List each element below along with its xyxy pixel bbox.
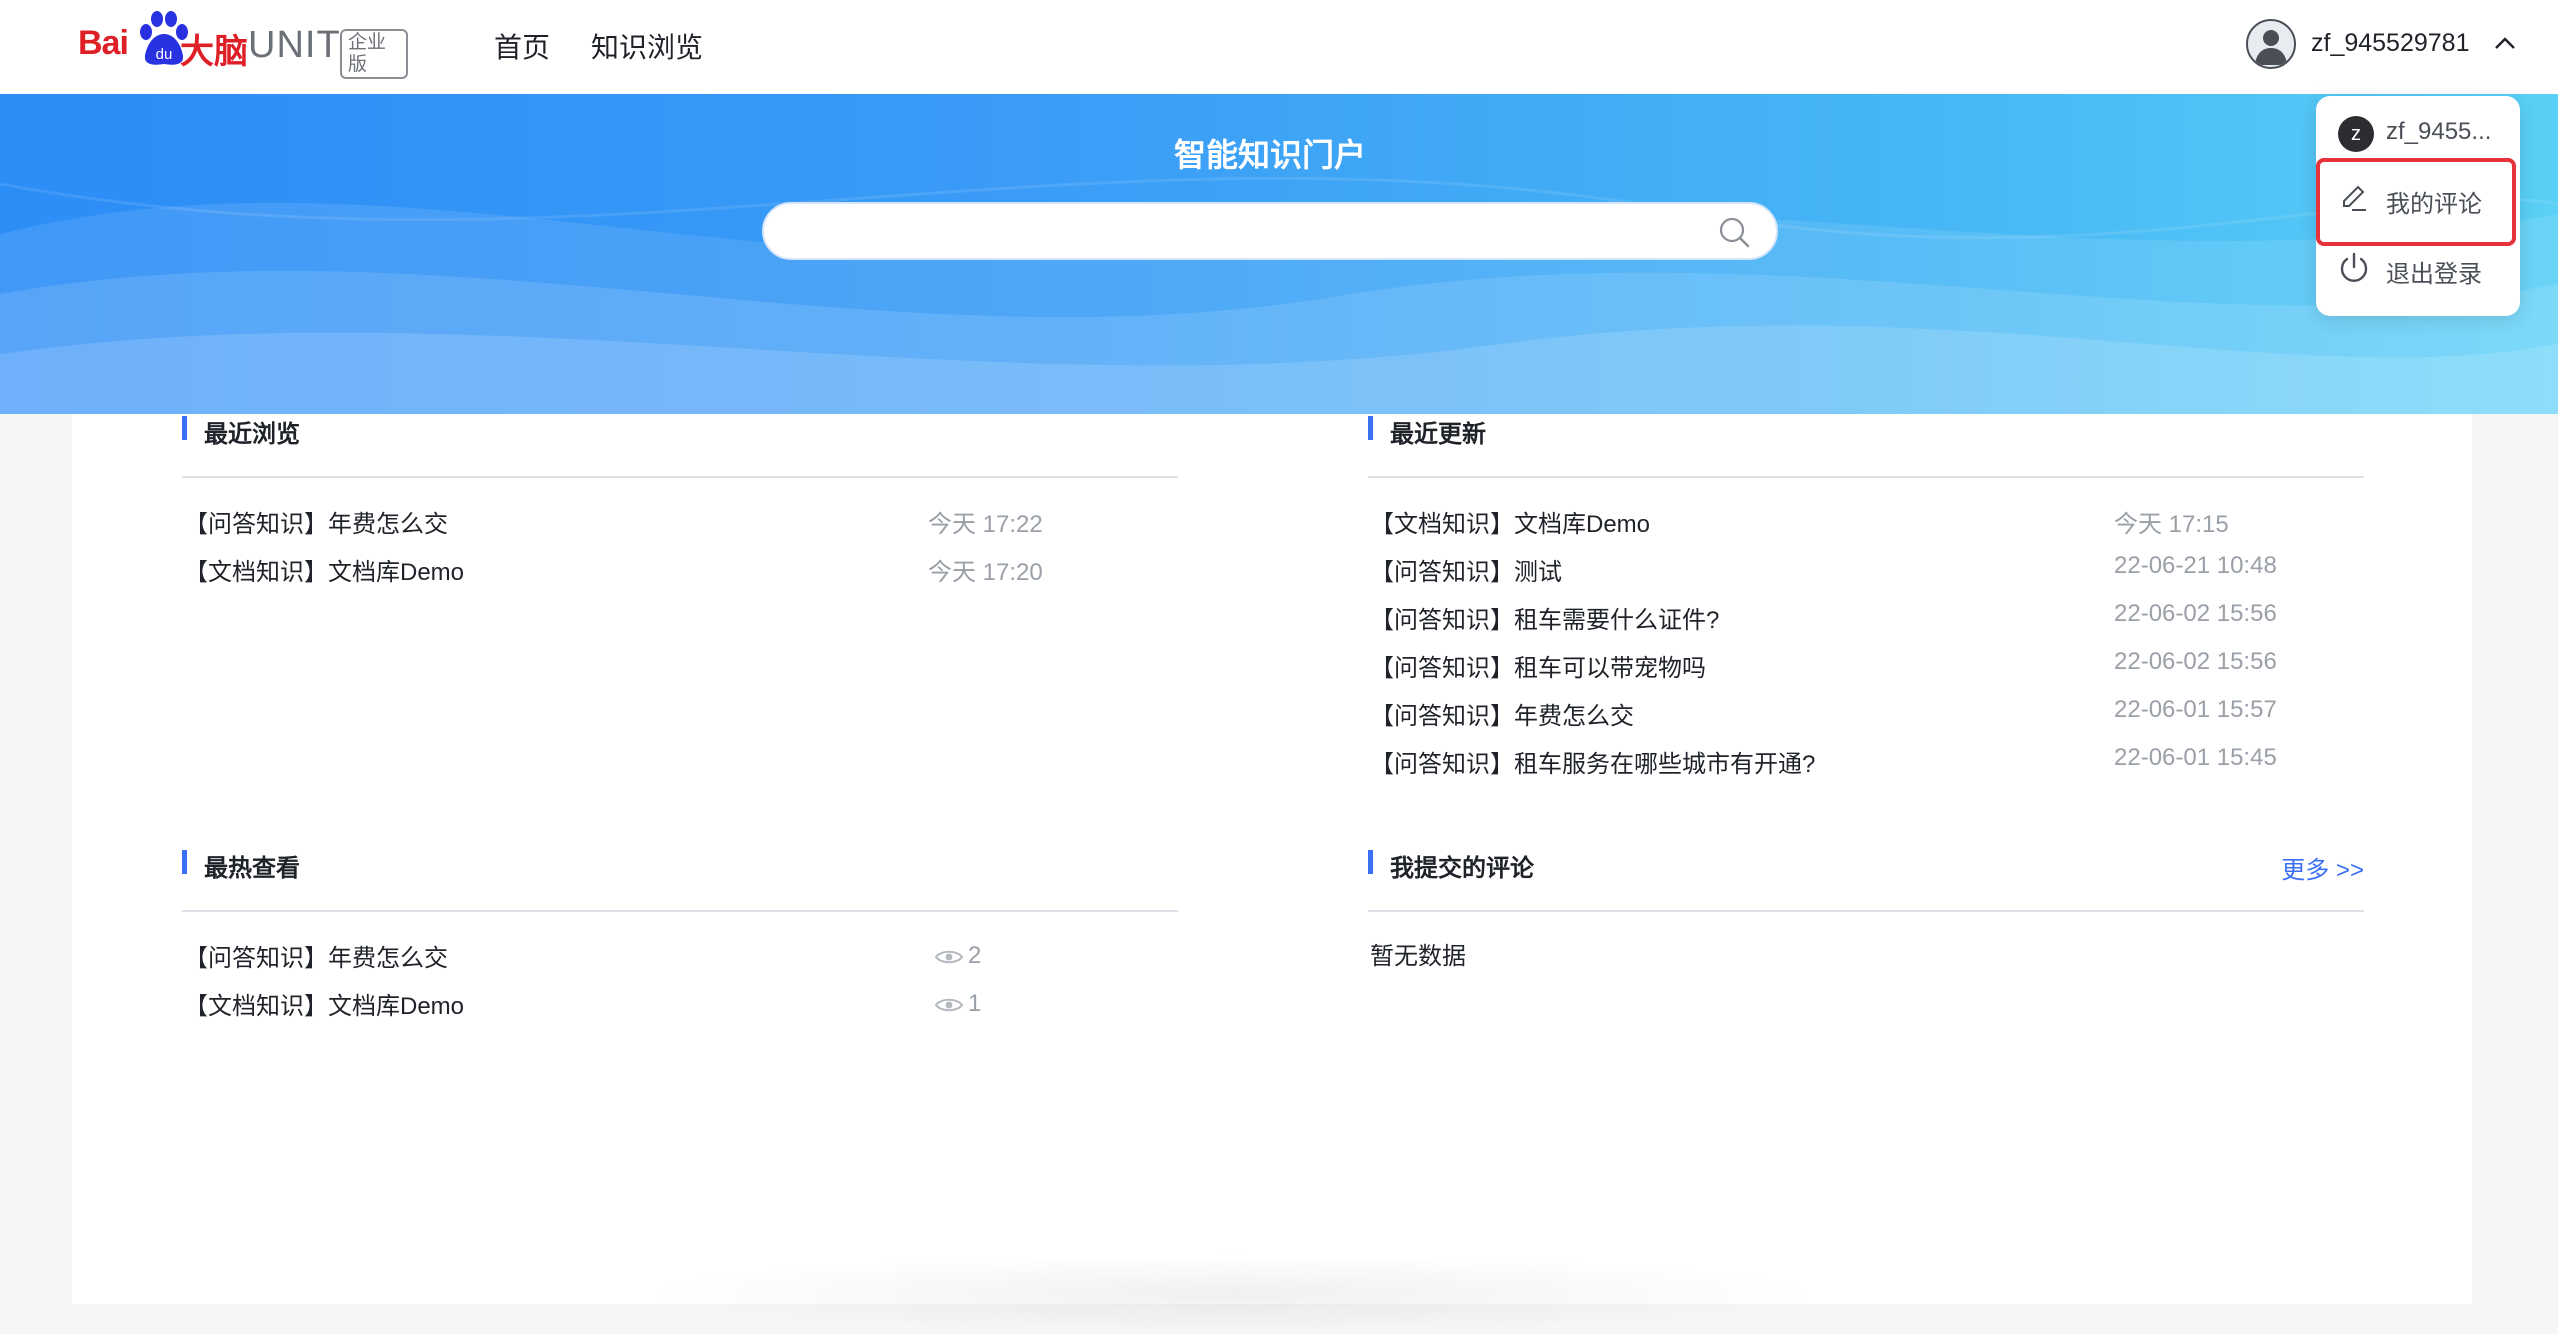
- empty-state-text: 暂无数据: [1370, 943, 1466, 970]
- item-title[interactable]: 【问答知识】年费怎么交: [184, 938, 448, 973]
- power-icon: [2340, 252, 2368, 282]
- item-time: 22-06-01 15:57: [2114, 696, 2277, 723]
- logo-unit-text: UNIT: [248, 24, 341, 66]
- section-header: 最近更新: [1368, 354, 2364, 478]
- item-title[interactable]: 【问答知识】测试: [1370, 552, 1562, 587]
- user-name[interactable]: zf_945529781: [2311, 29, 2469, 58]
- section-title: 我提交的评论: [1390, 855, 1534, 882]
- item-title[interactable]: 【文档知识】文档库Demo: [184, 552, 464, 587]
- highlight-box: [2316, 158, 2516, 246]
- section-accent-bar: [182, 850, 187, 874]
- user-silhouette-icon: [2255, 30, 2287, 65]
- item-title[interactable]: 【问答知识】租车服务在哪些城市有开通?: [1370, 744, 1815, 779]
- item-title[interactable]: 【问答知识】租车需要什么证件?: [1370, 600, 1719, 635]
- more-link[interactable]: 更多 >>: [2281, 850, 2364, 885]
- section-accent-bar: [182, 416, 187, 440]
- section-header: 最热查看: [182, 788, 1178, 912]
- bottom-shadow: [632, 1254, 1832, 1334]
- item-title[interactable]: 【文档知识】文档库Demo: [184, 986, 464, 1021]
- list-item[interactable]: 【问答知识】测试 22-06-21 10:48: [1368, 540, 2364, 588]
- section-recent-views: 最近浏览 【问答知识】年费怎么交 今天 17:22 【文档知识】文档库Demo …: [182, 354, 1178, 588]
- section-accent-bar: [1368, 850, 1373, 874]
- section-accent-bar: [1368, 416, 1373, 440]
- section-title: 最近浏览: [204, 421, 300, 448]
- eye-icon: [934, 950, 964, 964]
- chevron-up-icon[interactable]: [2494, 36, 2516, 50]
- dropdown-user-name: zf_9455...: [2386, 118, 2492, 145]
- portal-title: 智能知识门户: [1173, 137, 1366, 173]
- top-header: Bai du 大脑 UNIT 企业版 首页 知识浏览 zf_945529781: [0, 0, 2558, 94]
- item-time: 22-06-02 15:56: [2114, 648, 2277, 675]
- list-item[interactable]: 【文档知识】文档库Demo 今天 17:20: [182, 540, 1178, 588]
- search-input[interactable]: [792, 212, 1676, 252]
- list-item[interactable]: 【问答知识】年费怎么交 22-06-01 15:57: [1368, 684, 2364, 732]
- item-title[interactable]: 【问答知识】租车可以带宠物吗: [1370, 648, 1706, 683]
- list-item[interactable]: 【问答知识】年费怎么交 2: [182, 926, 1178, 974]
- item-time: 22-06-01 15:45: [2114, 744, 2277, 771]
- baidu-unit-logo[interactable]: Bai du 大脑 UNIT 企业版: [78, 6, 408, 86]
- item-title[interactable]: 【问答知识】年费怎么交: [184, 504, 448, 539]
- view-count: 1: [934, 990, 981, 1018]
- section-header: 最近浏览: [182, 354, 1178, 478]
- content-card: 最近浏览 【问答知识】年费怎么交 今天 17:22 【文档知识】文档库Demo …: [72, 414, 2472, 1334]
- edition-badge: 企业版: [340, 29, 408, 79]
- view-count-value: 2: [968, 942, 982, 969]
- section-most-viewed: 最热查看 【问答知识】年费怎么交 2 【文档知识】文档库Demo 1: [182, 788, 1178, 1022]
- item-title[interactable]: 【文档知识】文档库Demo: [1370, 504, 1650, 539]
- item-title[interactable]: 【问答知识】年费怎么交: [1370, 696, 1634, 731]
- dropdown-avatar: z: [2338, 116, 2374, 152]
- view-count-value: 1: [968, 990, 982, 1017]
- view-count: 2: [934, 942, 981, 970]
- item-time: 今天 17:15: [2114, 511, 2229, 538]
- item-time: 今天 17:22: [928, 511, 1043, 538]
- section-title: 最近更新: [1390, 421, 1486, 448]
- nav-knowledge-browse[interactable]: 知识浏览: [591, 26, 703, 66]
- item-time: 22-06-21 10:48: [2114, 552, 2277, 579]
- menu-item-label[interactable]: 退出登录: [2386, 254, 2482, 289]
- search-icon[interactable]: [1716, 214, 1752, 250]
- user-avatar-icon[interactable]: [2246, 19, 2296, 69]
- eye-icon: [934, 998, 964, 1012]
- section-title: 最热查看: [204, 855, 300, 882]
- list-item[interactable]: 【问答知识】年费怎么交 今天 17:22: [182, 492, 1178, 540]
- search-bar[interactable]: [762, 202, 1778, 260]
- item-time: 今天 17:20: [928, 559, 1043, 586]
- item-time: 22-06-02 15:56: [2114, 600, 2277, 627]
- nav-home[interactable]: 首页: [494, 26, 550, 66]
- list-item[interactable]: 【问答知识】租车需要什么证件? 22-06-02 15:56: [1368, 588, 2364, 636]
- dropdown-user-item: z zf_9455...: [2316, 96, 2520, 166]
- list-item[interactable]: 【问答知识】租车可以带宠物吗 22-06-02 15:56: [1368, 636, 2364, 684]
- logo-du-text: du: [156, 46, 173, 63]
- logo-bai-text: Bai: [78, 24, 129, 62]
- list-item[interactable]: 【文档知识】文档库Demo 1: [182, 974, 1178, 1022]
- section-my-comments: 我提交的评论 更多 >> 暂无数据: [1368, 788, 2364, 992]
- section-recent-updates: 最近更新 【文档知识】文档库Demo 今天 17:15 【问答知识】测试 22-…: [1368, 354, 2364, 780]
- logo-dana-text: 大脑: [180, 33, 248, 71]
- section-header: 我提交的评论 更多 >>: [1368, 788, 2364, 912]
- list-item[interactable]: 【问答知识】租车服务在哪些城市有开通? 22-06-01 15:45: [1368, 732, 2364, 780]
- list-item[interactable]: 【文档知识】文档库Demo 今天 17:15: [1368, 492, 2364, 540]
